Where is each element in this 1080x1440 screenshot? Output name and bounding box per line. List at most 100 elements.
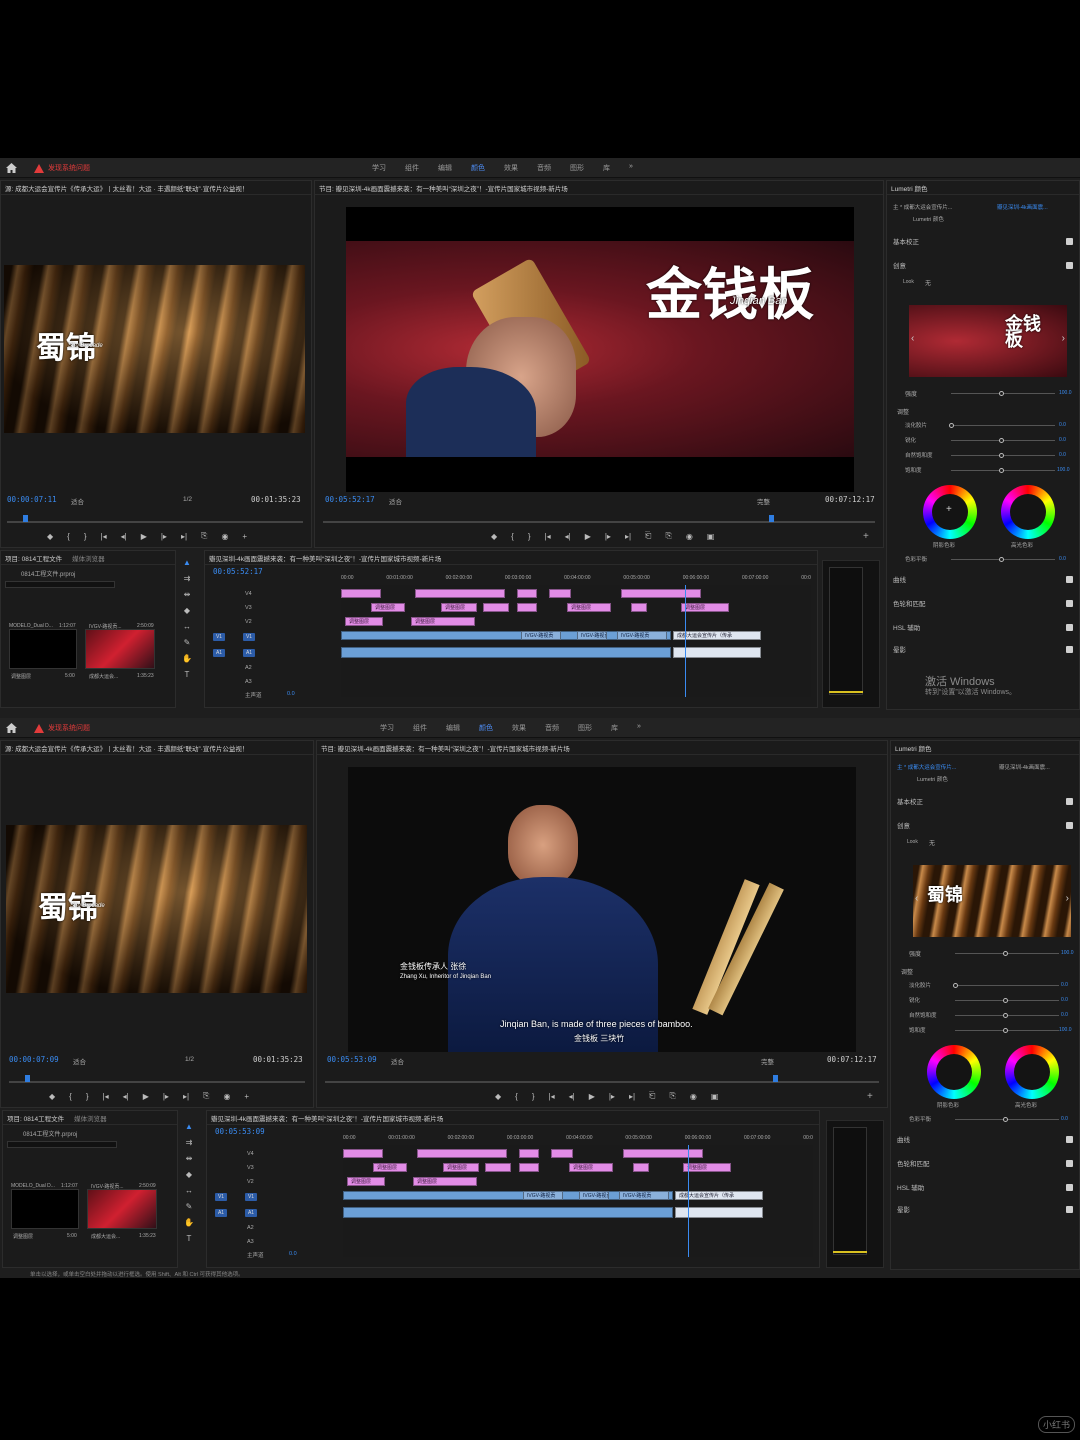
lumetri-sequence-clip[interactable]: 瓣见深圳-4k画面震...	[999, 763, 1050, 771]
step-forward-icon[interactable]: |▸	[609, 1092, 615, 1101]
section-curves[interactable]: 曲线	[897, 1133, 1073, 1145]
look-preview[interactable]: 蜀锦 ‹ ›	[913, 865, 1071, 937]
look-preview[interactable]: 金钱板 ‹ ›	[909, 305, 1067, 377]
clip-video[interactable]: IVGV-路视贡	[521, 631, 561, 640]
intensity-value[interactable]: 100.0	[1061, 950, 1074, 956]
clip-video[interactable]: IVGV-路视贡	[577, 631, 607, 640]
clip-audio[interactable]	[343, 1207, 673, 1218]
lift-icon[interactable]: ⎗	[645, 531, 651, 541]
source-fit-select[interactable]: 适合	[71, 496, 84, 506]
mark-out-icon[interactable]: }	[86, 1092, 89, 1101]
track-v1[interactable]: V1	[243, 633, 255, 641]
program-timecode[interactable]: 00:05:53:09	[327, 1055, 377, 1064]
track-v2[interactable]: V2	[245, 619, 252, 625]
vignette-checkbox[interactable]	[1066, 1205, 1073, 1213]
creative-checkbox[interactable]	[1066, 261, 1073, 269]
play-icon[interactable]: ▶	[585, 532, 591, 541]
clip-audio[interactable]	[673, 647, 761, 658]
project-search-input[interactable]	[5, 581, 115, 588]
more-tabs-button[interactable]: »	[637, 723, 641, 733]
lift-icon[interactable]: ⎗	[649, 1091, 655, 1101]
track-v2[interactable]: V2	[247, 1179, 254, 1185]
wheel-center-icon[interactable]: +	[946, 504, 952, 515]
clip-adjustment[interactable]: 调整图层	[683, 1163, 731, 1172]
program-timecode[interactable]: 00:05:52:17	[325, 495, 375, 504]
track-v4[interactable]: V4	[247, 1151, 254, 1157]
track-a1[interactable]: A1	[245, 1209, 257, 1217]
tint-balance-knob[interactable]	[999, 557, 1004, 562]
master-volume[interactable]: 0.0	[287, 691, 295, 697]
clip-adjustment[interactable]: 调整图层	[567, 603, 611, 612]
shadow-tint-wheel[interactable]	[927, 1045, 981, 1099]
clip-adjustment[interactable]	[415, 589, 505, 598]
mark-in-icon[interactable]: {	[511, 532, 514, 541]
project-search-input[interactable]	[7, 1141, 117, 1148]
tint-balance-value[interactable]: 0.0	[1059, 556, 1066, 562]
section-vignette[interactable]: 晕影	[897, 1203, 1073, 1215]
chevron-left-icon[interactable]: ‹	[915, 893, 918, 904]
saturation-knob[interactable]	[999, 468, 1004, 473]
clip-video[interactable]: 成都大运会宣传片（传承	[673, 631, 761, 640]
tab-libraries[interactable]: 库	[603, 163, 610, 173]
play-icon[interactable]: ▶	[141, 532, 147, 541]
home-icon[interactable]	[6, 163, 17, 173]
program-title[interactable]: 节目: 瓣见深圳-4k画面震撼来袭：有一种美叫“深圳之夜”！-宣传片国家城市视频…	[319, 183, 568, 193]
go-to-out-icon[interactable]: ▸|	[625, 532, 631, 541]
system-warning[interactable]: 发现系统问题	[34, 723, 90, 733]
master-track[interactable]: 主声道	[247, 1251, 264, 1259]
tab-editing[interactable]: 编辑	[446, 723, 460, 733]
look-select[interactable]: 无	[925, 278, 931, 287]
tab-graphics[interactable]: 图形	[578, 723, 592, 733]
media-browser-tab[interactable]: 媒体浏览器	[72, 553, 105, 563]
project-item-thumb-4[interactable]	[85, 629, 155, 669]
play-icon[interactable]: ▶	[143, 1092, 149, 1101]
slip-icon[interactable]: ↔	[183, 622, 191, 631]
clip-adjustment[interactable]	[517, 603, 537, 612]
source-patch-a1[interactable]: A1	[213, 649, 225, 657]
home-icon[interactable]	[6, 723, 17, 733]
section-creative[interactable]: 创意	[897, 819, 1073, 831]
mark-in-icon[interactable]: {	[69, 1092, 72, 1101]
type-tool-icon[interactable]: T	[187, 1234, 192, 1243]
clip-adjustment[interactable]	[485, 1163, 511, 1172]
intensity-value[interactable]: 100.0	[1059, 390, 1072, 396]
razor-icon[interactable]: ◆	[184, 606, 190, 615]
camera-icon[interactable]: ◉	[686, 532, 693, 541]
program-scrubber[interactable]	[323, 521, 875, 523]
source-title[interactable]: 源: 成都大运会宣传片《传承大运》丨太丝看！大运 · 丰遇颜纸“联动”·宣传片公…	[5, 743, 248, 753]
clip-audio[interactable]	[341, 647, 671, 658]
source-timecode[interactable]: 00:00:07:11	[7, 495, 57, 504]
track-a3[interactable]: A3	[247, 1239, 254, 1245]
section-creative[interactable]: 创意	[893, 259, 1073, 271]
clip-adjustment[interactable]: 调整图层	[347, 1177, 385, 1186]
hand-icon[interactable]: ✋	[184, 1218, 194, 1227]
faded-film-value[interactable]: 0.0	[1061, 982, 1068, 988]
media-browser-tab[interactable]: 媒体浏览器	[74, 1113, 107, 1123]
pen-icon[interactable]: ✎	[186, 1202, 193, 1211]
clip-video[interactable]: IVGV-路视贡	[617, 631, 667, 640]
tab-editing[interactable]: 编辑	[438, 163, 452, 173]
hsl-checkbox[interactable]	[1066, 1183, 1073, 1191]
saturation-slider[interactable]	[955, 1028, 1059, 1033]
tab-graphics[interactable]: 图形	[570, 163, 584, 173]
creative-checkbox[interactable]	[1066, 821, 1073, 829]
step-forward-icon[interactable]: |▸	[161, 532, 167, 541]
clip-adjustment[interactable]	[417, 1149, 507, 1158]
program-playhead[interactable]	[769, 515, 774, 522]
go-to-in-icon[interactable]: |◂	[101, 532, 107, 541]
clip-adjustment[interactable]: 调整图层	[443, 1163, 479, 1172]
vibrance-slider[interactable]	[951, 453, 1055, 458]
project-tab[interactable]: 项目: 0814工程文件	[7, 1113, 64, 1123]
master-volume[interactable]: 0.0	[289, 1251, 297, 1257]
add-button-icon[interactable]: +	[863, 531, 869, 542]
tint-balance-value[interactable]: 0.0	[1061, 1116, 1068, 1122]
mark-out-icon[interactable]: }	[528, 532, 531, 541]
timeline-playhead[interactable]	[685, 585, 686, 697]
lumetri-master-clip[interactable]: 主 * 成都大运会宣传片...	[893, 203, 952, 211]
clip-adjustment[interactable]	[519, 1149, 539, 1158]
tab-audio[interactable]: 音频	[545, 723, 559, 733]
project-item-thumb-1[interactable]	[9, 629, 77, 669]
clip-adjustment[interactable]: 调整图层	[345, 617, 383, 626]
clip-adjustment[interactable]: 调整图层	[411, 617, 475, 626]
program-quality-select[interactable]: 完整	[761, 1056, 774, 1066]
